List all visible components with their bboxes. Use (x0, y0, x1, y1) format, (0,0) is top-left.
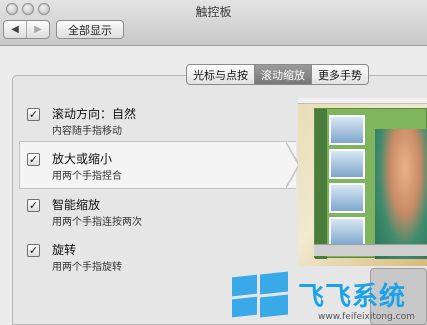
gesture-preview-video (298, 98, 427, 266)
preview-menubar (298, 98, 427, 104)
preview-photo-thumbnail (329, 183, 365, 213)
preview-person-photo (375, 129, 427, 259)
back-arrow-icon: ◀ (11, 24, 19, 35)
option-scroll-direction: ✓ 滚动方向：自然 内容随手指移动 (27, 105, 287, 137)
back-button[interactable]: ◀ (4, 21, 26, 38)
scroll-direction-checkbox[interactable]: ✓ (27, 108, 40, 121)
check-icon: ✓ (28, 153, 39, 166)
tab-point-and-click[interactable]: 光标与点按 (187, 65, 254, 84)
option-description: 用两个手指捏合 (52, 171, 122, 182)
check-icon: ✓ (28, 199, 39, 212)
tab-scroll-and-zoom[interactable]: 滚动缩放 (254, 65, 311, 84)
option-description: 内容随手指移动 (52, 126, 122, 137)
option-title: 旋转 (52, 243, 77, 257)
preview-photo-thumbnail (329, 149, 365, 179)
forward-button[interactable]: ▶ (26, 21, 49, 38)
forward-arrow-icon: ▶ (34, 24, 42, 35)
option-smart-zoom: ✓ 智能缩放 用两个手指连按两次 (27, 196, 287, 228)
option-description: 用两个手指连按两次 (52, 217, 142, 228)
watermark-text: 飞飞系统 (298, 282, 407, 312)
title-bar: 触控板 ◀ ▶ 全部显示 (0, 0, 427, 46)
check-icon: ✓ (28, 108, 39, 121)
check-icon: ✓ (28, 244, 39, 257)
preview-dock (314, 244, 427, 256)
tab-more-gestures[interactable]: 更多手势 (311, 65, 368, 84)
back-forward-control: ◀ ▶ (3, 20, 50, 39)
option-zoom-in-out: ✓ 放大或缩小 用两个手指捏合 (27, 150, 287, 182)
option-description: 用两个手指旋转 (52, 262, 122, 273)
window-title: 触控板 (195, 5, 232, 19)
watermark-url: www.feifeixitong.com (318, 312, 415, 322)
zoom-in-out-checkbox[interactable]: ✓ (27, 153, 40, 166)
preview-photo-thumbnail (329, 115, 365, 145)
option-title: 智能缩放 (52, 198, 101, 212)
show-all-button[interactable]: 全部显示 (56, 20, 124, 39)
option-rotate: ✓ 旋转 用两个手指旋转 (27, 241, 287, 273)
rotate-checkbox[interactable]: ✓ (27, 244, 40, 257)
smart-zoom-checkbox[interactable]: ✓ (27, 199, 40, 212)
option-title: 滚动方向：自然 (52, 107, 137, 121)
preview-photo-thumbnail (329, 217, 365, 247)
option-title: 放大或缩小 (52, 152, 113, 166)
preview-sidebar (315, 109, 327, 259)
tab-bar: 光标与点按 滚动缩放 更多手势 (186, 64, 369, 85)
preview-photo-window (314, 108, 427, 259)
windows-logo-icon (232, 271, 288, 318)
